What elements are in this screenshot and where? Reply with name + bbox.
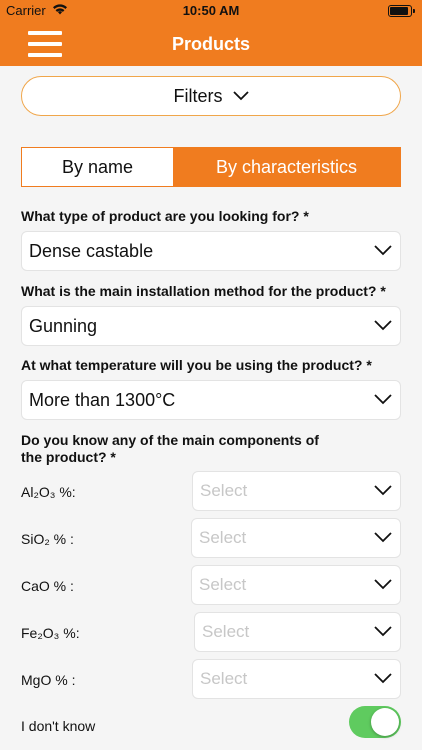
search-mode-segmented-control: By name By characteristics (21, 147, 401, 187)
chevron-down-icon (374, 672, 392, 684)
mgo-select[interactable]: Select (192, 659, 401, 699)
filters-label: Filters (173, 85, 223, 106)
component-label-sio2: SiO₂ % : (21, 531, 74, 547)
fe2o3-placeholder: Select (202, 622, 250, 641)
installation-method-question: What is the main installation method for… (21, 283, 386, 299)
product-type-value: Dense castable (29, 240, 154, 261)
product-type-dropdown[interactable]: Dense castable (21, 231, 401, 271)
components-question: Do you know any of the main components o… (21, 432, 319, 466)
chevron-down-icon (374, 531, 392, 543)
chevron-down-icon (374, 484, 392, 496)
al2o3-placeholder: Select (200, 481, 248, 500)
chevron-down-icon (374, 244, 392, 256)
nav-bar: Products (0, 22, 422, 66)
mgo-placeholder: Select (200, 669, 248, 688)
dont-know-label: I don't know (21, 718, 96, 734)
sio2-select[interactable]: Select (191, 518, 401, 558)
installation-method-dropdown[interactable]: Gunning (21, 306, 401, 346)
chevron-down-icon (374, 393, 392, 405)
tab-by-characteristics[interactable]: By characteristics (173, 148, 400, 186)
fe2o3-select[interactable]: Select (194, 612, 401, 652)
temperature-dropdown[interactable]: More than 1300°C (21, 380, 401, 420)
component-label-al2o3: Al₂O₃ %: (21, 484, 76, 500)
filters-button[interactable]: Filters (21, 76, 401, 116)
temperature-value: More than 1300°C (29, 389, 176, 410)
components-question-line1: Do you know any of the main components o… (21, 432, 319, 448)
chevron-down-icon (232, 91, 249, 101)
components-question-line2: the product? * (21, 449, 116, 465)
component-label-mgo: MgO % : (21, 672, 76, 688)
temperature-question: At what temperature will you be using th… (21, 357, 372, 373)
component-label-fe2o3: Fe₂O₃ %: (21, 625, 80, 641)
status-time: 10:50 AM (182, 3, 240, 18)
chevron-down-icon (374, 319, 392, 331)
product-type-question: What type of product are you looking for… (21, 208, 309, 224)
toggle-knob (371, 708, 399, 736)
al2o3-select[interactable]: Select (192, 471, 401, 511)
chevron-down-icon (374, 625, 392, 637)
sio2-placeholder: Select (199, 528, 247, 547)
status-bar: Carrier 10:50 AM (0, 0, 422, 22)
page-title: Products (171, 34, 250, 54)
cao-placeholder: Select (199, 575, 247, 594)
chevron-down-icon (374, 578, 392, 590)
cao-select[interactable]: Select (191, 565, 401, 605)
tab-by-name[interactable]: By name (22, 148, 173, 186)
component-label-cao: CaO % : (21, 578, 74, 594)
battery-icon (388, 5, 415, 17)
dont-know-toggle[interactable] (349, 706, 401, 738)
installation-method-value: Gunning (29, 315, 98, 336)
